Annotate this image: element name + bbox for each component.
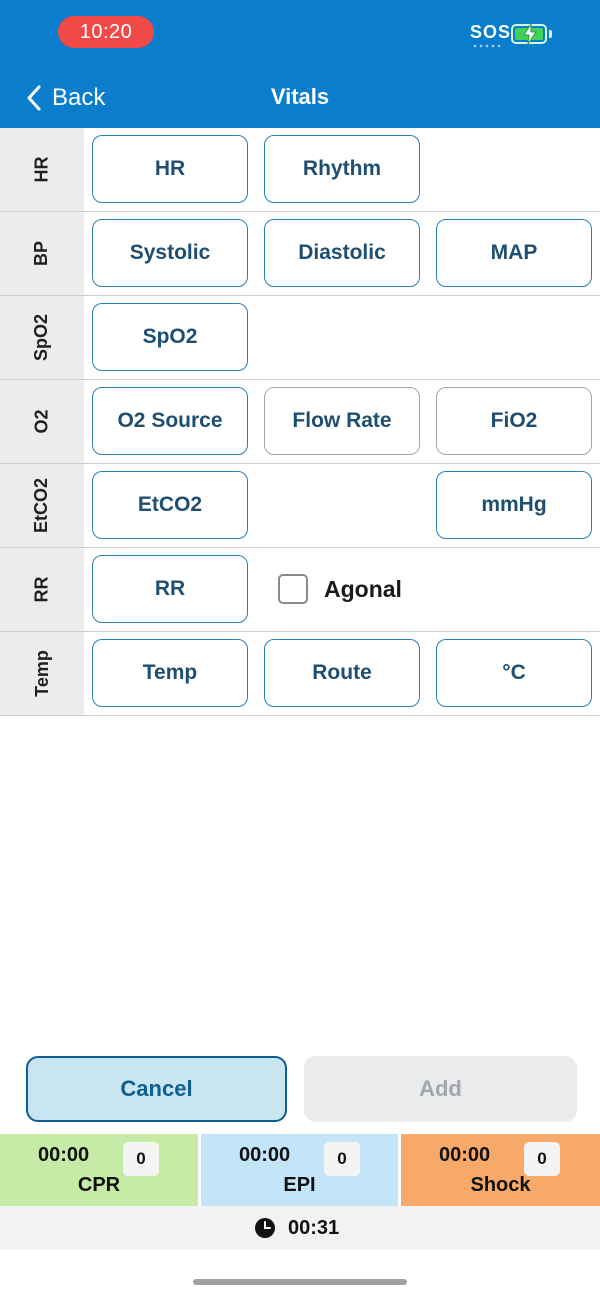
sos-indicator: SOS bbox=[470, 22, 512, 42]
shock-count-badge: 0 bbox=[524, 1142, 560, 1176]
elapsed-time: 00:31 bbox=[288, 1217, 340, 1239]
vitals-row-rr: RR RR Agonal bbox=[0, 548, 600, 632]
epi-timer-label: EPI bbox=[283, 1174, 316, 1196]
epi-count-badge: 0 bbox=[324, 1142, 360, 1176]
status-time: 10:20 bbox=[58, 16, 154, 48]
temp-unit-selector[interactable]: °C bbox=[436, 639, 592, 707]
cpr-timer-label: CPR bbox=[77, 1174, 121, 1196]
add-button[interactable]: Add bbox=[304, 1056, 577, 1122]
etco2-unit-selector[interactable]: mmHg bbox=[436, 471, 592, 539]
fio2-field[interactable]: FiO2 bbox=[436, 387, 592, 455]
row-label-temp: Temp bbox=[0, 632, 84, 715]
agonal-label[interactable]: Agonal bbox=[324, 576, 402, 603]
flow-rate-field[interactable]: Flow Rate bbox=[264, 387, 420, 455]
row-label-rr: RR bbox=[0, 548, 84, 631]
epi-timer[interactable]: 00:00 0 EPI bbox=[201, 1134, 398, 1206]
epi-timer-time: 00:00 bbox=[239, 1144, 291, 1166]
signal-dots-icon bbox=[472, 44, 502, 48]
cpr-timer-time: 00:00 bbox=[38, 1144, 90, 1166]
route-field[interactable]: Route bbox=[264, 639, 420, 707]
cpr-count-badge: 0 bbox=[123, 1142, 159, 1176]
vitals-row-hr: HR HR Rhythm bbox=[0, 128, 600, 212]
map-field[interactable]: MAP bbox=[436, 219, 592, 287]
row-label-o2: O2 bbox=[0, 380, 84, 463]
diastolic-field[interactable]: Diastolic bbox=[264, 219, 420, 287]
spo2-field[interactable]: SpO2 bbox=[92, 303, 248, 371]
rr-field[interactable]: RR bbox=[92, 555, 248, 623]
cpr-timer[interactable]: 00:00 0 CPR bbox=[0, 1134, 198, 1206]
charging-bolt-icon bbox=[523, 23, 537, 45]
clock-icon bbox=[255, 1218, 275, 1238]
hr-field[interactable]: HR bbox=[92, 135, 248, 203]
agonal-checkbox[interactable] bbox=[278, 574, 308, 604]
vitals-row-etco2: EtCO2 EtCO2 mmHg bbox=[0, 464, 600, 548]
temp-field[interactable]: Temp bbox=[92, 639, 248, 707]
rhythm-field[interactable]: Rhythm bbox=[264, 135, 420, 203]
etco2-field[interactable]: EtCO2 bbox=[92, 471, 248, 539]
vitals-row-bp: BP Systolic Diastolic MAP bbox=[0, 212, 600, 296]
elapsed-time-bar: 00:31 bbox=[0, 1206, 600, 1250]
shock-timer-label: Shock bbox=[470, 1174, 531, 1196]
battery-tip-icon bbox=[549, 30, 552, 38]
page-title: Vitals bbox=[270, 84, 330, 109]
app-header: 10:20 SOS Back Vitals bbox=[0, 0, 600, 128]
vitals-row-o2: O2 O2 Source Flow Rate FiO2 bbox=[0, 380, 600, 464]
systolic-field[interactable]: Systolic bbox=[92, 219, 248, 287]
home-indicator[interactable] bbox=[193, 1279, 407, 1285]
row-label-bp: BP bbox=[0, 212, 84, 295]
row-label-spo2: SpO2 bbox=[0, 296, 84, 379]
vitals-row-temp: Temp Temp Route °C bbox=[0, 632, 600, 716]
cancel-button[interactable]: Cancel bbox=[26, 1056, 287, 1122]
row-label-etco2: EtCO2 bbox=[0, 464, 84, 547]
o2-source-field[interactable]: O2 Source bbox=[92, 387, 248, 455]
shock-timer-time: 00:00 bbox=[439, 1144, 491, 1166]
shock-timer[interactable]: 00:00 0 Shock bbox=[401, 1134, 600, 1206]
row-label-hr: HR bbox=[0, 128, 84, 211]
vitals-row-spo2: SpO2 SpO2 bbox=[0, 296, 600, 380]
